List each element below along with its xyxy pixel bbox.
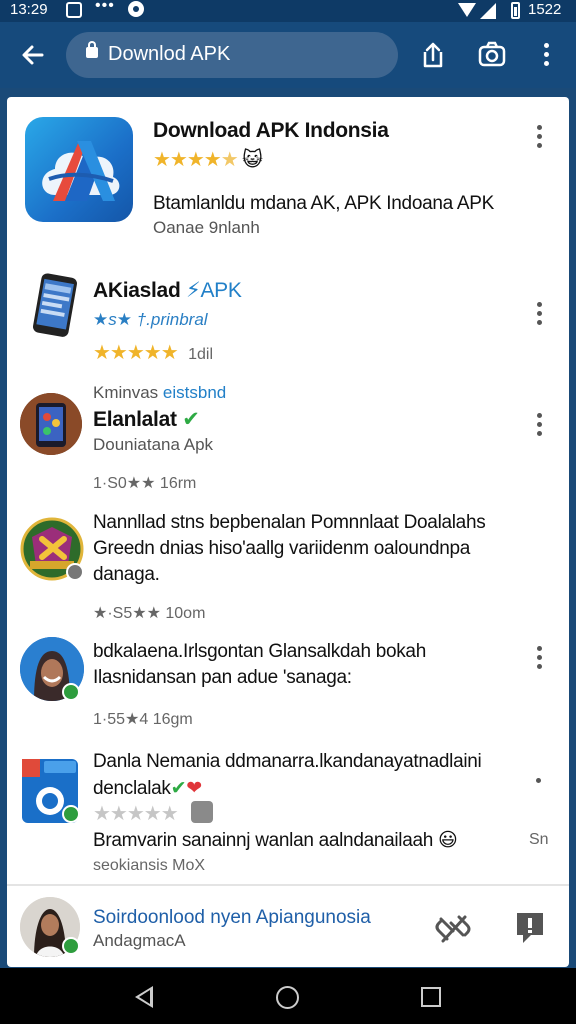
item-description: Btamlanldu mdana AK, APK Indoana APK [153, 193, 494, 214]
shield-badge-icon [20, 517, 84, 581]
item-title: AKiaslad ⚡APK [93, 278, 242, 303]
list-item[interactable]: AKiaslad ⚡APK ★s★ †.prinbral ★★★★★ 1dil [7, 257, 569, 377]
status-bar: 13:29 ••• 1522 [0, 0, 576, 22]
nav-recents-icon[interactable] [421, 987, 441, 1007]
list-item[interactable]: Download APK Indonsia ★★★★★ 😺 Btamlanldu… [7, 97, 569, 257]
item-menu-icon[interactable] [532, 413, 546, 436]
emoji-icon: 😃 [438, 830, 458, 851]
item-menu-icon[interactable] [532, 302, 546, 325]
rating-stars: ★★★★★ 😺 [153, 147, 263, 172]
notification-dots-icon: ••• [95, 0, 115, 14]
item-menu-icon[interactable] [532, 125, 546, 148]
status-right-time: 1522 [528, 1, 562, 18]
item-meta: 1·55★4 16gm [93, 711, 193, 728]
verified-check-icon: ✔ [170, 778, 187, 799]
app-logo-icon [25, 117, 133, 222]
item-text-line-3: danaga. [93, 564, 160, 585]
share-icon[interactable] [416, 38, 450, 72]
item-title: Elanlalat ✔ [93, 407, 200, 432]
game-thumbnail-icon [20, 393, 82, 455]
battery-icon [511, 2, 520, 19]
rating-stars-filled: ★★★★ [153, 149, 222, 171]
item-text-line-2-text: denclalak [93, 778, 171, 799]
rating-star-empty: ★ [160, 342, 179, 364]
item-description: Bramvarin sanainnj wanlan aalndanailaah … [93, 829, 458, 852]
rating-count: 1dil [188, 346, 214, 363]
rating-stars: ★★★★★ 1dil [93, 340, 213, 365]
url-bar[interactable]: Downlod APK [66, 32, 398, 78]
item-title-accent: ⚡APK [186, 279, 242, 302]
unlink-icon[interactable] [433, 909, 473, 949]
item-menu-icon[interactable] [536, 778, 541, 783]
item-menu-icon[interactable] [532, 646, 546, 669]
item-text-line-2: denclalak✔❤ [93, 777, 202, 800]
bottom-list-item[interactable]: Soirdoonlood nyen Apiangunosia AndagmacA [7, 887, 569, 967]
nav-home-icon[interactable] [276, 986, 299, 1009]
item-text-line-1: Danla Nemania ddmanarra.lkandanayatnadla… [93, 751, 482, 772]
bottom-subtitle: AndagmacA [93, 931, 186, 950]
nav-back-icon[interactable] [135, 986, 153, 1008]
verified-badge [62, 805, 80, 823]
category-accent: eistsbnd [162, 383, 227, 402]
status-time: 13:29 [10, 1, 48, 18]
item-tagline: ★s★ †.prinbral [93, 310, 208, 329]
lock-icon [86, 41, 98, 58]
item-title-text: AKiaslad [93, 279, 181, 302]
rating-stars-empty: ★★★★★ [93, 803, 179, 825]
rating-star-half: ★ [220, 149, 239, 171]
item-meta: 1·S0★★ 16rm [93, 475, 197, 492]
url-text: Downlod APK [108, 43, 231, 65]
bottom-title: Soirdoonlood nyen Apiangunosia [93, 907, 371, 928]
list-item[interactable]: Danla Nemania ddmanarra.lkandanayatnadla… [7, 747, 569, 882]
report-flag-icon[interactable] [513, 909, 547, 945]
category-label: Kminvas [93, 383, 159, 402]
gallery-icon [66, 2, 82, 18]
divider [7, 884, 569, 886]
item-text-line-2: Greedn dnias hiso'aallg variidenm oaloun… [93, 538, 471, 559]
phone-thumbnail-icon [25, 271, 83, 339]
system-navigation-bar [0, 968, 576, 1024]
item-text-line-2: Ilasnidansan pan adue 'sanaga: [93, 667, 352, 688]
status-badge [66, 563, 84, 581]
camera-icon[interactable] [475, 38, 509, 72]
list-item[interactable]: bdkalaena.Irlsgontan Glansalkdah bokah I… [7, 632, 569, 742]
item-right-meta: Sn [529, 831, 549, 848]
rating-stars-filled: ★★★★ [93, 342, 162, 364]
settings-icon [128, 1, 144, 17]
verified-check-icon: ✔ [182, 408, 200, 431]
item-title-text: Elanlalat [93, 408, 177, 431]
rating-stars: ★★★★★ [93, 801, 179, 826]
list-item[interactable]: Kminvas eistsbnd Elanlalat ✔ Douniatana … [7, 379, 569, 499]
back-arrow-icon[interactable] [18, 40, 48, 70]
item-title: Download APK Indonsia [153, 119, 389, 142]
results-list: Download APK Indonsia ★★★★★ 😺 Btamlanldu… [7, 97, 569, 967]
emoji-icon: 😺 [242, 149, 263, 171]
item-text-line-1: Nannllad stns bepbenalan Pomnnlaat Doala… [93, 512, 486, 533]
list-item[interactable]: Nannllad stns bepbenalan Pomnnlaat Doala… [7, 507, 569, 627]
signal-icon [480, 3, 496, 19]
overflow-menu-icon[interactable] [536, 38, 556, 72]
heart-icon: ❤ [186, 778, 202, 799]
item-subtitle: Douniatana Apk [93, 435, 214, 454]
item-meta: seokiansis MoX [93, 857, 206, 874]
app-card-icon [20, 757, 82, 825]
verified-badge [62, 683, 80, 701]
app-badge-icon [191, 801, 213, 823]
item-description-text: Bramvarin sanainnj wanlan aalndanailaah [93, 830, 434, 851]
verified-badge [62, 937, 80, 955]
wifi-icon [458, 3, 476, 17]
item-subtitle: Oanae 9nlanh [153, 218, 260, 237]
item-category: Kminvas eistsbnd [93, 383, 226, 403]
browser-toolbar: Downlod APK [0, 22, 576, 88]
item-meta: ★·S5★★ 10om [93, 605, 206, 622]
item-text-line-1: bdkalaena.Irlsgontan Glansalkdah bokah [93, 641, 426, 662]
